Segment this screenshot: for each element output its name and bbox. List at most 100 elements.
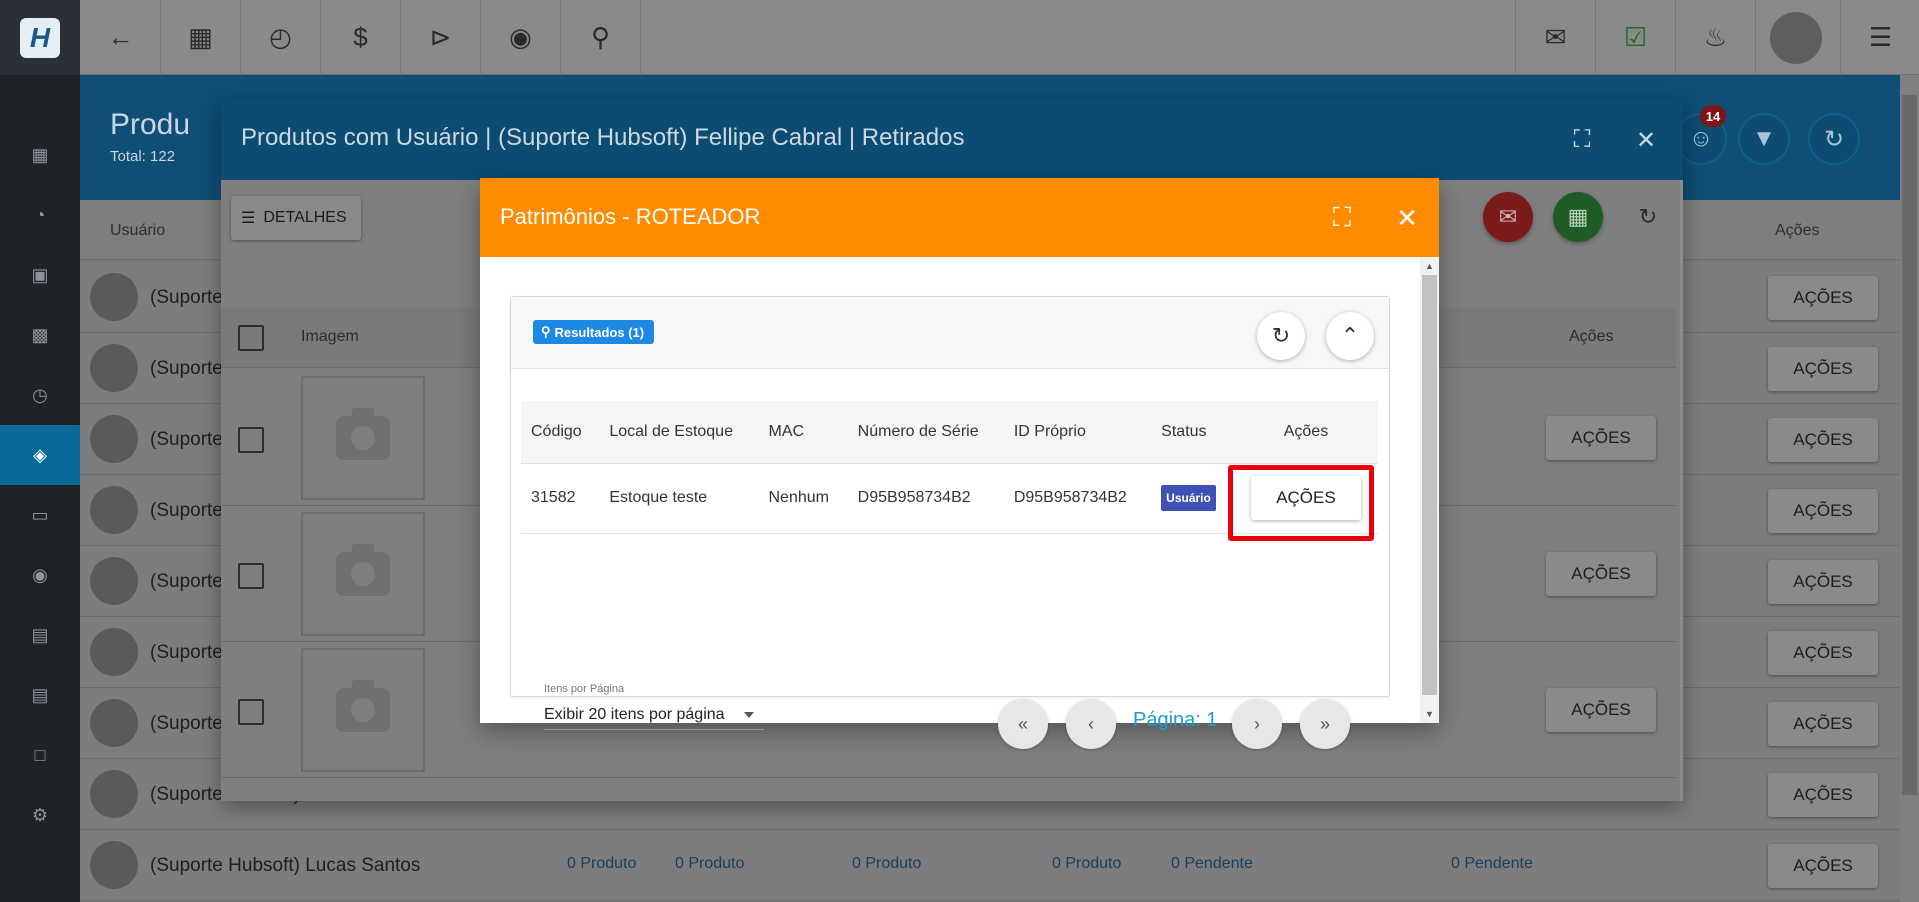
user-name: (Suporte <box>150 429 223 450</box>
logo-mark: H <box>20 17 60 58</box>
fullscreen-icon[interactable]: ⛶ <box>1562 120 1602 160</box>
refresh-icon[interactable]: ↻ <box>1808 113 1860 165</box>
refresh-icon[interactable]: ↻ <box>1257 312 1305 360</box>
count-cell[interactable]: 0 Pendente <box>1451 855 1533 873</box>
scrollbar-thumb[interactable] <box>1422 275 1437 695</box>
contact-icon[interactable]: ▣ <box>0 245 80 305</box>
patrimonios-dialog: Patrimônios - ROTEADOR ⛶ ✕ ⚲ Resultados … <box>480 178 1439 749</box>
row-actions-button[interactable]: AÇÕES <box>1768 418 1878 462</box>
row-actions-button[interactable]: AÇÕES <box>1768 276 1878 320</box>
close-icon[interactable]: ✕ <box>1626 120 1666 160</box>
contact-icon[interactable]: ▦ <box>161 0 241 75</box>
page-total: Total: 122 <box>110 148 176 165</box>
highlight-box <box>1228 465 1374 541</box>
user-name: (Suporte <box>150 287 223 308</box>
row-actions-button[interactable]: AÇÕES <box>1768 844 1878 888</box>
collapse-icon[interactable]: ⌃ <box>1326 312 1374 360</box>
location-icon[interactable]: ◉ <box>0 545 80 605</box>
row-actions-button[interactable]: AÇÕES <box>1768 347 1878 391</box>
col-codigo: Código <box>521 401 600 464</box>
server-icon[interactable]: ▤ <box>0 665 80 725</box>
scroll-up-icon[interactable]: ▲ <box>1420 259 1439 273</box>
sidebar: ▦ ◔ ▣ ▩ ◷ ◈ ▭ ◉ ▤ ▤ □ ⚙ <box>0 75 80 902</box>
count-cell[interactable]: 0 Pendente <box>1171 855 1253 873</box>
terminal-icon[interactable]: ⊳ <box>401 0 481 75</box>
row-actions-button[interactable]: AÇÕES <box>1768 489 1878 533</box>
count-cell[interactable]: 0 Produto <box>852 855 921 873</box>
user-avatar <box>90 415 138 463</box>
dashboard-icon[interactable]: ▦ <box>0 125 80 185</box>
user-name: (Suporte <box>150 358 223 379</box>
user-name: (Suporte Hubsoft) Lucas Santos <box>150 855 421 876</box>
filter-icon[interactable]: ▼ <box>1738 113 1790 165</box>
refresh-icon[interactable]: ↻ <box>1623 192 1673 242</box>
col-mac: MAC <box>758 401 848 464</box>
row-actions-button[interactable]: AÇÕES <box>1768 702 1878 746</box>
excel-export-icon[interactable]: ▦ <box>1553 192 1603 242</box>
list-icon[interactable]: ▤ <box>0 605 80 665</box>
document-icon[interactable]: □ <box>0 725 80 785</box>
app-logo[interactable]: H <box>0 0 80 75</box>
checkbox-icon[interactable]: ☑ <box>1595 0 1675 75</box>
camera-icon <box>336 408 390 460</box>
products-dialog-scrollbar[interactable] <box>1680 180 1683 801</box>
details-button[interactable]: ☰ DETALHES <box>231 196 361 240</box>
pdf-export-icon[interactable]: ✉ <box>1483 192 1533 242</box>
back-arrow-icon[interactable]: ← <box>81 0 161 75</box>
count-cell[interactable]: 0 Produto <box>675 855 744 873</box>
user-avatar <box>90 344 138 392</box>
cell-status: Usuário <box>1151 463 1234 534</box>
bell-icon[interactable]: ♨ <box>1675 0 1755 75</box>
close-icon[interactable]: ✕ <box>1387 198 1427 238</box>
row-actions-button[interactable]: AÇÕES <box>1768 773 1878 817</box>
settings-icon[interactable]: ⚙ <box>0 785 80 845</box>
next-page-icon[interactable]: › <box>1232 699 1282 749</box>
user-avatar <box>90 770 138 818</box>
search-icon[interactable]: ⚲ <box>561 0 641 75</box>
count-cell[interactable]: 0 Produto <box>567 855 636 873</box>
results-card-header: ⚲ Resultados (1) ↻ ⌃ <box>511 297 1389 369</box>
notification-badge: 14 <box>1700 105 1726 127</box>
chart-pie-icon[interactable]: ◔ <box>0 185 80 245</box>
col-acoes: Ações <box>1233 401 1378 464</box>
row-actions-button[interactable]: AÇÕES <box>1546 416 1656 460</box>
row-actions-button[interactable]: AÇÕES <box>1546 688 1656 732</box>
row-actions-button[interactable]: AÇÕES <box>1546 552 1656 596</box>
grid-icon[interactable]: ▩ <box>0 305 80 365</box>
search-icon: ⚲ <box>541 324 551 339</box>
last-page-icon[interactable]: » <box>1300 699 1350 749</box>
user-avatar-icon[interactable] <box>1770 12 1822 64</box>
eye-icon[interactable]: ◉ <box>481 0 561 75</box>
first-page-icon[interactable]: « <box>998 699 1048 749</box>
per-page-select[interactable]: Exibir 20 itens por página <box>544 700 764 730</box>
patrimonios-dialog-scrollbar[interactable]: ▲ ▼ <box>1420 257 1439 723</box>
scroll-down-icon[interactable]: ▼ <box>1420 707 1439 721</box>
status-badge: Usuário <box>1161 485 1216 511</box>
calendar-icon[interactable]: ◷ <box>0 365 80 425</box>
col-usuario: Usuário <box>110 222 166 239</box>
results-count: Resultados (1) <box>554 324 645 340</box>
prev-page-icon[interactable]: ‹ <box>1066 699 1116 749</box>
pdf-icon[interactable]: ✉ <box>1515 0 1595 75</box>
fullscreen-icon[interactable]: ⛶ <box>1322 198 1362 238</box>
row-checkbox[interactable] <box>238 427 264 453</box>
scrollbar-thumb[interactable] <box>1902 95 1917 795</box>
camera-icon <box>336 680 390 732</box>
patrimonios-dialog-header: Patrimônios - ROTEADOR ⛶ ✕ <box>480 178 1439 257</box>
row-checkbox[interactable] <box>238 699 264 725</box>
products-dialog-title: Produtos com Usuário | (Suporte Hubsoft)… <box>241 124 965 151</box>
package-icon[interactable]: ◈ <box>0 425 80 485</box>
dollar-icon[interactable]: $ <box>321 0 401 75</box>
calendar-clock-icon[interactable]: ◴ <box>241 0 321 75</box>
select-all-checkbox[interactable] <box>238 325 264 351</box>
menu-icon[interactable]: ☰ <box>1840 0 1919 75</box>
money-icon[interactable]: ▭ <box>0 485 80 545</box>
user-name: (Suporte <box>150 500 223 521</box>
col-status: Status <box>1151 401 1234 464</box>
row-actions-button[interactable]: AÇÕES <box>1768 560 1878 604</box>
count-cell[interactable]: 0 Produto <box>1052 855 1121 873</box>
row-checkbox[interactable] <box>238 563 264 589</box>
page-scrollbar[interactable] <box>1900 75 1919 902</box>
user-avatar <box>90 699 138 747</box>
row-actions-button[interactable]: AÇÕES <box>1768 631 1878 675</box>
